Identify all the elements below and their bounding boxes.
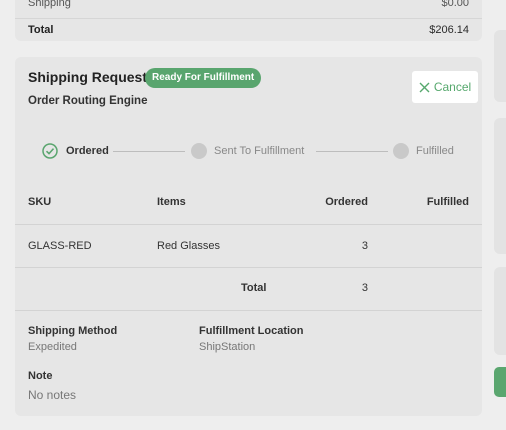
note-label: Note (28, 370, 53, 382)
check-circle-icon (42, 143, 58, 159)
order-summary-card: Shipping $0.00 Total $206.14 (15, 0, 482, 41)
table-divider (15, 224, 482, 225)
shipping-request-title: Shipping Request (28, 69, 147, 85)
col-header-fulfilled: Fulfilled (426, 196, 469, 208)
col-header-sku: SKU (28, 196, 52, 208)
fulfillment-location-value: ShipStation (199, 341, 256, 353)
shipping-cost-row: Shipping $0.00 (15, 0, 482, 14)
order-total-label: Total (28, 24, 54, 36)
table-total-ordered: 3 (361, 282, 368, 294)
shipping-cost-value: $0.00 (441, 0, 469, 9)
step-ordered: Ordered (42, 143, 109, 159)
table-total-label: Total (241, 282, 267, 294)
close-icon (419, 82, 430, 92)
step-ordered-label: Ordered (66, 145, 109, 157)
cancel-button[interactable]: Cancel (412, 71, 478, 103)
side-panel-edge (494, 30, 506, 102)
step-fulfilled: Fulfilled (393, 143, 454, 159)
shipping-cost-label: Shipping (28, 0, 71, 9)
routing-engine-subtitle: Order Routing Engine (28, 95, 148, 107)
side-action-button[interactable] (494, 367, 506, 397)
step-connector (316, 151, 388, 152)
note-value: No notes (28, 388, 77, 402)
step-connector (113, 151, 185, 152)
step-sent-label: Sent To Fulfillment (214, 145, 305, 157)
shipping-method-label: Shipping Method (28, 325, 118, 337)
shipping-method-value: Expedited (28, 341, 77, 353)
table-divider (15, 267, 482, 268)
side-panel-edge (494, 267, 506, 355)
status-badge: Ready For Fulfillment (145, 68, 262, 88)
step-sent-to-fulfillment: Sent To Fulfillment (191, 143, 304, 159)
order-total-value: $206.14 (429, 24, 469, 36)
row-sku: GLASS-RED (28, 240, 92, 252)
row-item-name: Red Glasses (157, 240, 220, 252)
step-pending-dot (393, 143, 409, 159)
order-total-row: Total $206.14 (15, 18, 482, 40)
row-ordered-qty: 3 (361, 240, 368, 252)
step-fulfilled-label: Fulfilled (416, 145, 454, 157)
fulfillment-location-label: Fulfillment Location (199, 325, 304, 337)
side-panel-edge (494, 118, 506, 254)
table-divider (15, 310, 482, 311)
col-header-ordered: Ordered (325, 196, 368, 208)
cancel-button-label: Cancel (433, 80, 472, 94)
step-pending-dot (191, 143, 207, 159)
shipping-request-card: Shipping Request Ready For Fulfillment O… (15, 57, 482, 416)
col-header-items: Items (157, 196, 186, 208)
